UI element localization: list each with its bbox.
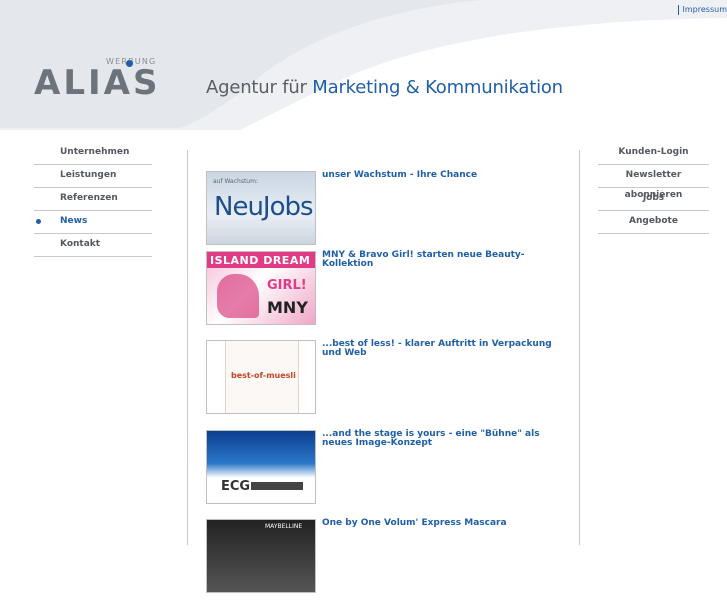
- news-title[interactable]: unser Wachstum - Ihre Chance: [322, 171, 562, 180]
- nav-item-label: Referenzen: [60, 193, 118, 203]
- news-item: auf Wachstum: NeuJobs unser Wachstum - I…: [206, 171, 566, 253]
- news-thumbnail[interactable]: MAYBELLINE: [206, 519, 316, 593]
- nav-item-leistungen[interactable]: Leistungen: [34, 165, 152, 188]
- news-title[interactable]: ...and the stage is yours - eine "Bühne"…: [322, 430, 562, 448]
- thumb-label: best-of-muesli: [231, 371, 296, 380]
- left-nav: Unternehmen Leistungen Referenzen News K…: [34, 142, 152, 257]
- impressum-link[interactable]: Impressum: [677, 5, 727, 15]
- news-thumbnail[interactable]: ISLAND DREAM GIRL! MNY: [206, 251, 316, 325]
- thumb-title: NeuJobs: [214, 192, 314, 222]
- tagline: Agentur für Marketing & Kommunikation: [206, 77, 563, 98]
- nav-item-label: Leistungen: [60, 170, 117, 180]
- left-divider: [187, 150, 188, 545]
- nav-item-kontakt[interactable]: Kontakt: [34, 234, 152, 257]
- news-item: MAYBELLINE One by One Volum' Express Mas…: [206, 519, 566, 601]
- thumb-mny-logo: MNY: [267, 298, 308, 317]
- nav-item-angebote[interactable]: Angebote: [598, 211, 709, 234]
- news-item: ECG ...and the stage is yours - eine "Bü…: [206, 430, 566, 512]
- logo[interactable]: WERBUNG ALIAS: [34, 57, 164, 107]
- nav-item-label: News: [60, 216, 88, 226]
- nav-item-unternehmen[interactable]: Unternehmen: [34, 142, 152, 165]
- news-thumbnail[interactable]: auf Wachstum: NeuJobs: [206, 171, 316, 245]
- logo-wordmark: ALIAS: [34, 63, 161, 103]
- nav-item-news[interactable]: News: [34, 211, 152, 234]
- tagline-prefix: Agentur für: [206, 77, 313, 98]
- logo-dot-icon: [126, 60, 133, 67]
- active-bullet-icon: [36, 219, 41, 224]
- news-title[interactable]: One by One Volum' Express Mascara: [322, 519, 562, 528]
- thumb-brand: MAYBELLINE: [265, 523, 303, 530]
- news-thumbnail[interactable]: ECG: [206, 430, 316, 504]
- thumb-logo-box: [251, 482, 303, 490]
- nav-item-label: Unternehmen: [60, 147, 130, 157]
- nav-item-kunden-login[interactable]: Kunden-Login: [598, 142, 709, 165]
- right-divider: [579, 150, 580, 545]
- thumb-caption: auf Wachstum:: [213, 178, 258, 185]
- thumb-label: ECG: [221, 479, 251, 494]
- news-item: best-of-muesli ...best of less! - klarer…: [206, 340, 566, 422]
- nav-item-jobs[interactable]: Jobs: [598, 188, 709, 211]
- nav-item-newsletter[interactable]: Newsletter abonnieren: [598, 165, 709, 200]
- thumb-girl-logo: GIRL!: [267, 278, 307, 293]
- thumb-figure: [217, 274, 259, 318]
- nav-item-referenzen[interactable]: Referenzen: [34, 188, 152, 211]
- nav-item-label: Kontakt: [60, 239, 101, 249]
- news-title[interactable]: ...best of less! - klarer Auftritt in Ve…: [322, 340, 562, 358]
- news-item: ISLAND DREAM GIRL! MNY MNY & Bravo Girl!…: [206, 251, 566, 333]
- right-nav: Kunden-Login Newsletter abonnieren Jobs …: [598, 142, 709, 234]
- news-title[interactable]: MNY & Bravo Girl! starten neue Beauty-Ko…: [322, 251, 562, 269]
- tagline-highlight: Marketing & Kommunikation: [312, 77, 563, 98]
- news-thumbnail[interactable]: best-of-muesli: [206, 340, 316, 414]
- thumb-headline: ISLAND DREAM: [210, 254, 311, 267]
